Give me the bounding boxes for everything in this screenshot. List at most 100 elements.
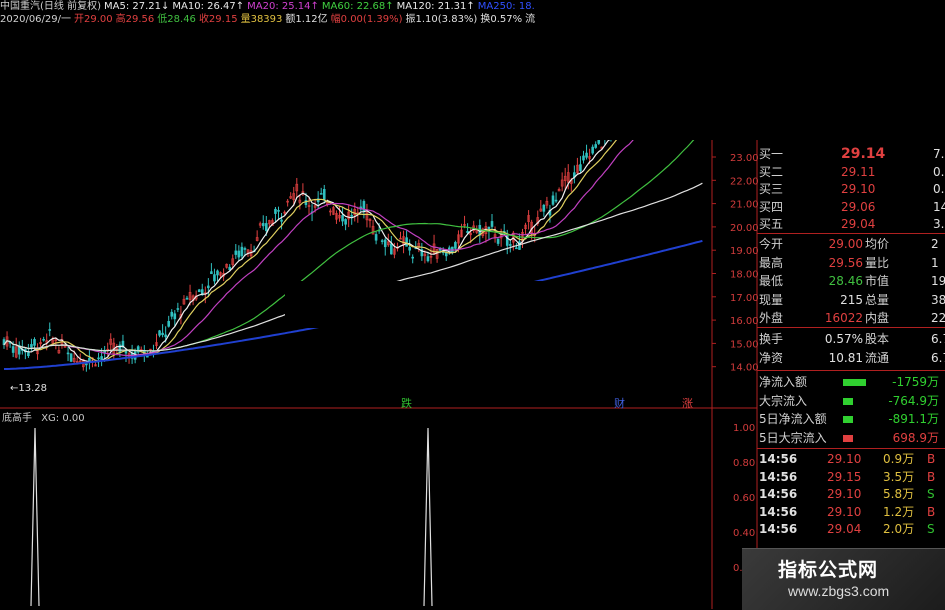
- orderbook-row[interactable]: 买二 29.11 0.: [757, 164, 945, 181]
- candle-body: [207, 285, 210, 289]
- candle-body: [454, 242, 457, 249]
- tick-row[interactable]: 14:56 29.10 1.2万 B: [757, 504, 945, 521]
- fund-flow-label: 5日净流入额: [759, 412, 827, 426]
- stats-row: 最低 28.46市值 195.: [757, 273, 945, 290]
- candle-body: [444, 252, 448, 257]
- candle-body: [69, 353, 73, 362]
- candle-body: [213, 274, 216, 282]
- stats-row: 外盘 16022 内盘 22: [757, 310, 945, 327]
- candle-body: [390, 243, 393, 255]
- indicator-name: 底高手: [2, 413, 32, 424]
- price-tick: 20.00: [730, 223, 759, 234]
- price-tick: 16.00: [730, 316, 759, 327]
- price-tick: 17.00: [730, 293, 759, 304]
- candle-body: [322, 189, 326, 200]
- candle-body: [542, 204, 546, 212]
- candle-body: [405, 237, 408, 247]
- orderbook-vol: 0.: [933, 182, 945, 196]
- tick-side: S: [927, 522, 935, 536]
- candle-body: [411, 256, 415, 259]
- tick-vol: 2.0万: [883, 522, 915, 536]
- signal-spike: [30, 427, 40, 607]
- tick-side: S: [927, 487, 935, 501]
- stats2-row: 换手 0.57%股本 6.7: [757, 331, 945, 348]
- indicator-tick: 0.80: [733, 458, 755, 469]
- candle-body: [237, 250, 241, 258]
- stats-l1: 现量: [759, 292, 784, 307]
- stats-l2: 均价: [865, 237, 890, 251]
- candle-body: [264, 223, 268, 231]
- fund-flow-value: 698.9万: [892, 430, 939, 445]
- orderbook-row[interactable]: 买一 29.14 7.: [757, 146, 945, 163]
- candle-body: [243, 248, 247, 250]
- divider: [757, 327, 945, 328]
- tick-row[interactable]: 14:56 29.10 5.8万 S: [757, 486, 945, 503]
- stats-row: 最高 29.56 量比 1: [757, 255, 945, 272]
- candle-body: [197, 289, 201, 293]
- candle-body: [100, 356, 103, 361]
- stats2-v2: 6.7: [931, 332, 945, 346]
- stats2-v1: 10.81: [828, 350, 863, 365]
- stats-v2: 38: [931, 292, 945, 307]
- stats-v1: 29.00: [828, 237, 863, 251]
- candle-body: [210, 271, 213, 275]
- orderbook-row[interactable]: 买四 29.06 14.: [757, 199, 945, 216]
- candle-body: [582, 155, 585, 161]
- candle-body: [344, 219, 347, 225]
- stats-l2: 市值: [865, 274, 890, 288]
- tick-vol: 3.5万: [883, 469, 915, 484]
- fund-flow-bar: [843, 379, 866, 386]
- fund-flow-value: -764.9万: [888, 393, 939, 408]
- stats2-v2: 6.7: [931, 350, 945, 365]
- tick-time: 14:56: [759, 522, 798, 536]
- divider: [757, 370, 945, 371]
- event-marker-rise[interactable]: 涨: [682, 395, 693, 411]
- price-axis: 23.00 22.00 21.00 20.00 19.00 18.00 17.00 16.00…: [712, 153, 759, 374]
- candle-body: [319, 193, 323, 195]
- divider: [757, 233, 945, 234]
- orderbook-vol: 0.: [933, 164, 945, 179]
- tick-time: 14:56: [759, 469, 798, 484]
- tick-side: B: [927, 469, 936, 484]
- stats-l1: 外盘: [759, 311, 784, 325]
- candle-body: [185, 297, 189, 300]
- fund-flow-row: 净流入额 -1759万: [757, 374, 945, 391]
- tick-row[interactable]: 14:56 29.15 3.5万 B: [757, 469, 945, 486]
- event-marker-finance[interactable]: 财: [614, 395, 625, 411]
- fund-flow-value: -891.1万: [888, 412, 939, 426]
- candle-body: [234, 250, 238, 255]
- orderbook-vol: 3.: [933, 217, 945, 231]
- candle-body: [408, 247, 411, 251]
- candle-body: [97, 357, 100, 360]
- tick-row[interactable]: 14:56 29.10 0.9万 B: [757, 451, 945, 468]
- candle-body: [158, 330, 161, 336]
- candle-body: [341, 215, 344, 222]
- price-tick: 19.00: [730, 246, 759, 257]
- fund-flow-row: 5日净流入额 -891.1万: [757, 411, 945, 428]
- stats-l1: 最低: [759, 274, 784, 288]
- stats2-l2: 流通: [865, 350, 890, 365]
- stats2-v1: 0.57%: [824, 332, 863, 346]
- candle-body: [27, 352, 30, 357]
- masked-region: [535, 0, 945, 140]
- indicator-tick: 0.60: [733, 493, 755, 504]
- stats-row: 今开 29.00 均价 2: [757, 236, 945, 253]
- candle-body: [277, 210, 280, 212]
- event-marker-fall[interactable]: 跌: [401, 395, 412, 411]
- candle-body: [490, 221, 494, 227]
- candle-body: [350, 215, 354, 217]
- candle-body: [579, 164, 582, 171]
- candle-body: [85, 363, 88, 366]
- indicator-label: 底高手 XG: 0.00: [2, 409, 85, 424]
- stats-v1: 28.46: [828, 274, 863, 288]
- tick-price: 29.10: [827, 504, 862, 519]
- price-tick: 14.00: [730, 363, 759, 374]
- watermark-title: 指标公式网: [778, 559, 879, 581]
- tick-row[interactable]: 14:56 29.04 2.0万 S: [757, 521, 945, 538]
- candle-body: [594, 144, 598, 148]
- tick-price: 29.10: [827, 487, 862, 501]
- tick-vol: 1.2万: [883, 504, 915, 519]
- orderbook-row[interactable]: 买三 29.10 0.: [757, 181, 945, 198]
- orderbook-row[interactable]: 买五 29.04 3.: [757, 216, 945, 233]
- tick-side: B: [927, 504, 936, 519]
